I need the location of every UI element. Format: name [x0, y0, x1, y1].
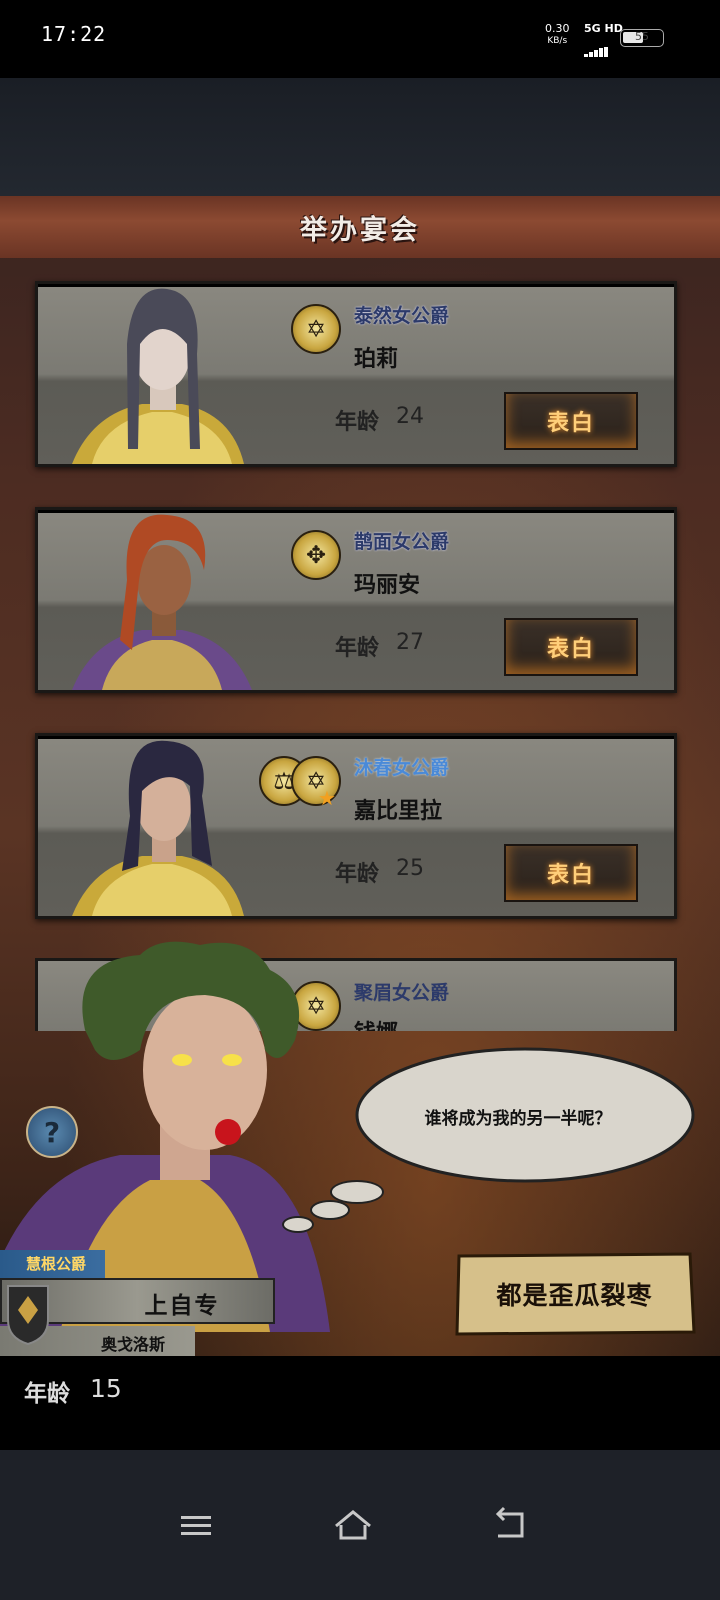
- candidate-title: 泰然女公爵: [354, 305, 450, 327]
- candidate-age: 24: [396, 404, 424, 429]
- network-type: 5G HD: [584, 22, 623, 35]
- candidate-title: 聚眉女公爵: [354, 982, 450, 1004]
- menu-icon[interactable]: [171, 1500, 221, 1550]
- reject-all-button[interactable]: 都是歪瓜裂枣: [453, 1252, 696, 1336]
- age-label: 年龄: [335, 862, 380, 887]
- candidate-age: 27: [396, 630, 424, 655]
- player-name: 上自专: [144, 1293, 220, 1319]
- candidate-title: 鹊面女公爵: [354, 531, 450, 553]
- network-speed: 0.30 KB/s: [545, 22, 570, 48]
- house-shield-icon: [7, 1285, 49, 1346]
- candidate-age: 25: [396, 856, 424, 881]
- thought-dot: [310, 1200, 350, 1220]
- network-speed-value: 0.30: [545, 22, 570, 35]
- status-bar: 17:22 0.30 KB/s 5G HD 55: [0, 0, 720, 78]
- page-title: 举办宴会: [300, 215, 420, 246]
- confess-button[interactable]: 表白: [504, 844, 638, 902]
- candidate-title: 沐春女公爵: [354, 757, 450, 779]
- candidate-name: 嘉比里拉: [354, 799, 443, 824]
- candidate-portrait: [72, 740, 244, 916]
- home-icon[interactable]: [328, 1500, 378, 1550]
- help-icon[interactable]: ?: [26, 1106, 78, 1158]
- player-house: 奥戈洛斯: [100, 1335, 165, 1354]
- player-age: 15: [90, 1374, 122, 1403]
- speech-text: 谁将成为我的另一半呢？: [424, 1109, 612, 1129]
- candidate-name: 珀莉: [354, 347, 399, 372]
- candidate-card: ✥ 鹊面女公爵 玛丽安 年龄 27 表白: [35, 507, 677, 693]
- reject-all-label: 都是歪瓜裂枣: [496, 1281, 653, 1310]
- confess-button[interactable]: 表白: [504, 392, 638, 450]
- header-banner: 举办宴会: [0, 196, 720, 258]
- player-age-label: 年龄: [24, 1381, 70, 1407]
- star-badge-icon: ★: [318, 786, 336, 810]
- signal-icon: [584, 38, 612, 57]
- back-icon[interactable]: [486, 1500, 536, 1550]
- player-info-strip: [0, 1356, 720, 1450]
- candidate-name: 钱娜: [354, 1015, 398, 1031]
- top-area: [0, 78, 720, 196]
- battery-icon: 55: [620, 29, 664, 47]
- candidate-card: ⚖ ✡ ★ 沐春女公爵 嘉比里拉 年龄 25 表白: [35, 733, 677, 919]
- network-speed-unit: KB/s: [547, 36, 568, 46]
- candidate-card: ✡ 泰然女公爵 珀莉 年龄 24 表白: [35, 281, 677, 467]
- compass-rose-icon: ✥: [291, 530, 341, 580]
- confess-button[interactable]: 表白: [504, 618, 638, 676]
- candidate-portrait: [72, 288, 244, 464]
- age-label: 年龄: [335, 636, 380, 661]
- status-time: 17:22: [41, 22, 107, 46]
- candidate-portrait: [72, 514, 252, 690]
- thought-dot: [282, 1216, 314, 1233]
- battery-level: 55: [635, 30, 649, 43]
- candidate-name: 玛丽安: [354, 573, 421, 598]
- age-label: 年龄: [335, 410, 380, 435]
- player-title: 慧根公爵: [0, 1250, 105, 1278]
- star-of-david-eye-icon: ✡: [291, 304, 341, 354]
